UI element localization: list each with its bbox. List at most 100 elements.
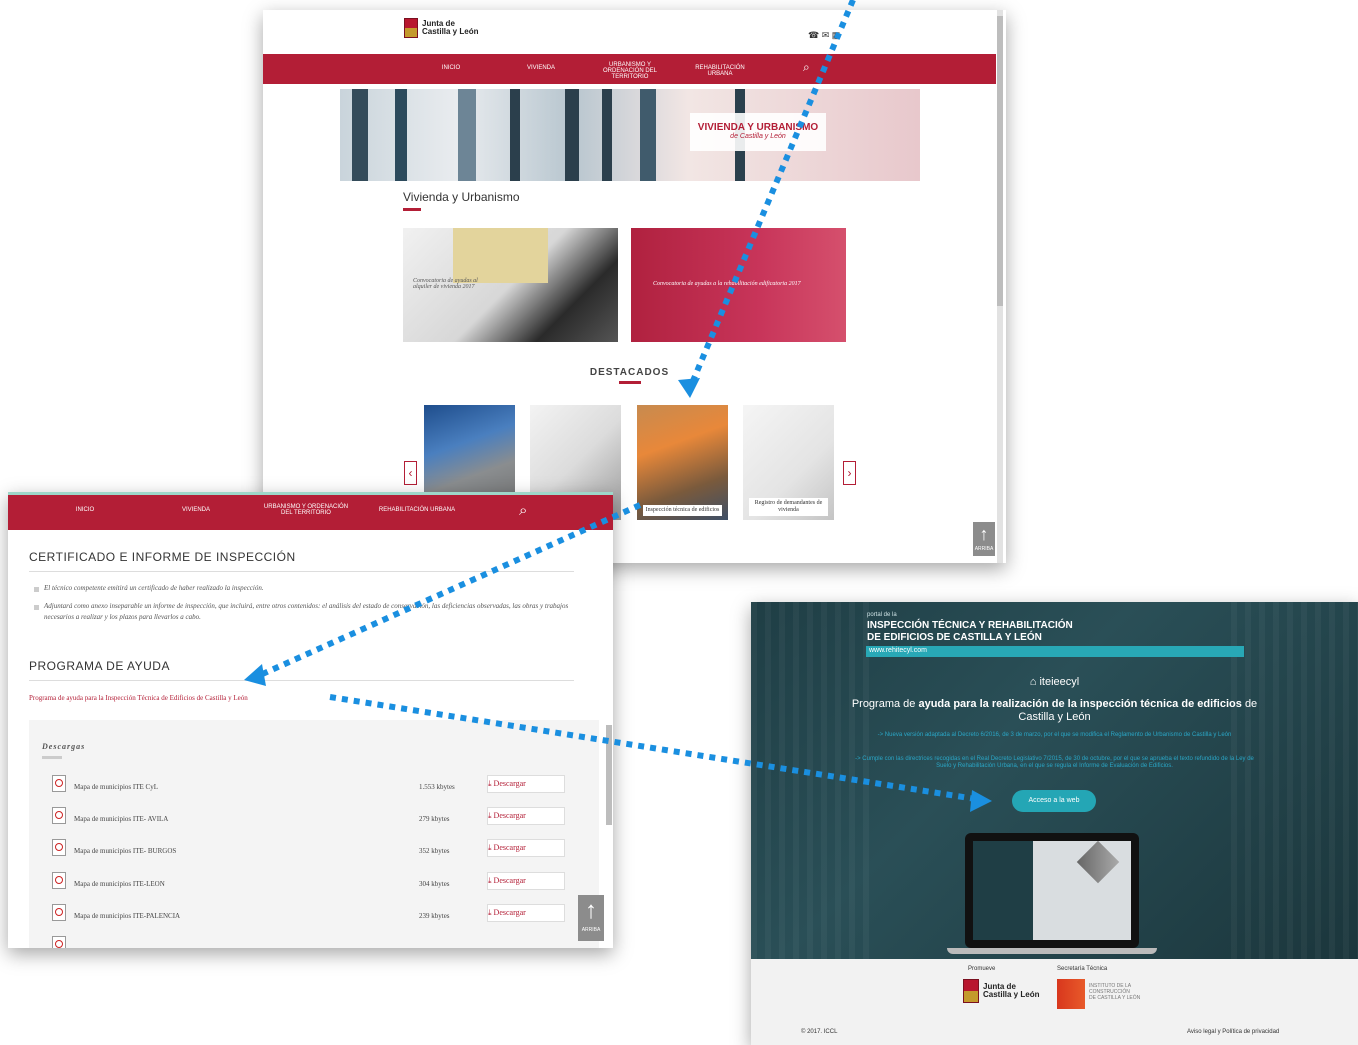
dark-hero: portal de la INSPECCIÓN TÉCNICA Y REHABI… [751,602,1358,959]
nav-rehabilitacion[interactable]: REHABILITACIÓN URBANA [376,507,458,513]
pdf-icon [52,936,66,948]
cert-paragraph-2: Adjuntará como anexo inseparable un info… [44,602,569,621]
download-size: 279 kbytes [419,815,450,823]
download-icon: ⤓ [488,876,492,885]
download-name[interactable]: Mapa de municipios ITE- BURGOS [74,847,176,855]
nav-inicio[interactable]: INICIO [68,507,102,513]
nav-inicio[interactable]: INICIO [436,65,466,71]
card-alquiler[interactable]: Convocatoria de ayudas al alquiler de vi… [403,228,618,342]
pdf-icon [52,839,66,856]
search-icon[interactable]: ⌕ [519,503,527,519]
nav-urbanismo[interactable]: URBANISMO Y ORDENACIÓN DEL TERRITORIO [593,62,667,80]
phone-icon[interactable]: ☎ [808,30,819,40]
secretaria-label: Secretaría Técnica [1057,966,1108,972]
descargas-underline [42,756,62,759]
iccl-text: INSTITUTO DE LA CONSTRUCCIÓN DE CASTILLA Y… [1089,983,1141,1001]
arriba-button[interactable]: ↑ ARRIBA [578,895,604,941]
bullet [34,605,39,610]
download-icon: ⤓ [488,811,492,820]
hero-title-box: VIVIENDA Y URBANISMO de Castilla y León [690,113,826,151]
section-title: Vivienda y Urbanismo [403,190,520,204]
search-icon[interactable]: ⌕ [803,60,810,74]
laptop-base [947,948,1157,954]
download-size: 352 kbytes [419,847,450,855]
pdf-icon [52,872,66,889]
download-icon: ⤓ [488,908,492,917]
ite-nav: INICIO VIVIENDA URBANISMO Y ORDENACIÓN D… [8,495,613,530]
download-button[interactable]: ⤓ Descargar [487,807,565,825]
download-size: 1.553 kbytes [419,783,455,791]
nav-urbanismo[interactable]: URBANISMO Y ORDENACIÓN DEL TERRITORIO [260,504,352,516]
destacados-title: DESTACADOS [589,367,670,378]
hero-banner: VIVIENDA Y URBANISMO de Castilla y León [340,89,920,181]
legal-link[interactable]: Aviso legal y Política de privacidad [1187,1029,1279,1035]
descargas-title: Descargas [42,742,86,751]
download-size: 239 kbytes [419,912,450,920]
pdf-icon [52,904,66,921]
download-icon: ⤓ [488,779,492,788]
copyright: © 2017. ICCL [801,1029,838,1035]
download-row: Mapa de municipios ITE- BURGOS 352 kbyte… [52,839,572,863]
scrollbar[interactable] [997,10,1003,563]
card-rehabilitacion-label: Convocatoria de ayudas a la rehabilitaci… [653,281,801,287]
download-row: Mapa de municipios ITE-LEON 304 kbytes ⤓… [52,872,572,896]
portal-url[interactable]: www.rehitecyl.com [869,647,927,654]
info-bullet-1: -> Nueva versión adaptada al Decreto 6/2… [877,732,1232,738]
screenshot-vivienda-home: Junta de Castilla y León ☎ ✉ ▦ INICIO VIV… [263,10,1006,563]
header-icons: ☎ ✉ ▦ [808,30,840,41]
thumb-registro[interactable]: Registro de demandantes de vivienda [743,405,834,520]
house-image [453,228,548,283]
laptop-preview [965,833,1139,948]
junta-footer-logo[interactable]: Junta de Castilla y León [963,979,1043,1003]
download-name[interactable]: Mapa de municipios ITE CyL [74,783,158,791]
download-button[interactable]: ⤓ Descargar [487,839,565,857]
thumb-ite-caption: Inspección técnica de edificios [643,505,722,516]
screenshot-ite-page: INICIO VIVIENDA URBANISMO Y ORDENACIÓN D… [8,492,613,948]
screenshot-iteieecyl: portal de la INSPECCIÓN TÉCNICA Y REHABI… [751,602,1358,1045]
card-alquiler-label: Convocatoria de ayudas al alquiler de vi… [413,278,478,290]
nav-vivienda[interactable]: VIVIENDA [521,65,561,71]
mail-icon[interactable]: ✉ [822,30,830,40]
carousel-next-button[interactable]: › [843,461,856,485]
download-name[interactable]: Mapa de municipios ITE- AVILA [74,815,168,823]
thumb-registro-caption: Registro de demandantes de vivienda [749,498,828,516]
download-button[interactable]: ⤓ Descargar [487,775,565,793]
download-name[interactable]: Mapa de municipios ITE-PALENCIA [74,912,180,920]
acceso-web-button[interactable]: Acceso a la web [1012,790,1096,812]
brand-name: iteieecyl [1039,676,1080,688]
grid-icon[interactable]: ▦ [832,30,841,40]
programa-link[interactable]: Programa de ayuda para la Inspección Téc… [29,694,248,702]
download-size: 304 kbytes [419,880,450,888]
download-icon: ⤓ [488,843,492,852]
thumb-ite[interactable]: Inspección técnica de edificios [637,405,728,520]
cert-title: CERTIFICADO E INFORME DE INSPECCIÓN [29,550,296,564]
pdf-icon [52,807,66,824]
download-button[interactable]: ⤓ Descargar [487,904,565,922]
nav-vivienda[interactable]: VIVIENDA [178,507,214,513]
junta-logo[interactable]: Junta de Castilla y León [404,18,478,38]
download-name[interactable]: Mapa de municipios ITE-LEON [74,880,165,888]
portal-title-1: INSPECCIÓN TÉCNICA Y REHABILITACIÓN [867,620,1073,631]
bullet [34,587,39,592]
pdf-icon [52,775,66,792]
scrollbar[interactable] [606,725,612,825]
brand: ⌂ iteieecyl [751,676,1358,688]
cert-paragraph-1: El técnico competente emitirá un certifi… [44,584,264,592]
house-logo-icon: ⌂ [1029,676,1037,688]
logo-line2: Castilla y León [422,27,479,36]
carousel-prev-button[interactable]: ‹ [404,461,417,485]
download-row [52,936,572,948]
hero-subtitle: de Castilla y León [730,133,786,140]
junta-shield-icon [963,979,979,1003]
arriba-button[interactable]: ↑ ARRIBA [973,522,995,556]
nav-rehabilitacion[interactable]: REHABILITACIÓN URBANA [683,65,757,77]
footer: Promueve Secretaría Técnica Junta de Cas… [751,959,1358,1045]
iccl-logo-icon [1057,979,1085,1009]
divider [29,680,574,681]
portal-title-2: DE EDIFICIOS DE CASTILLA Y LEÓN [867,632,1042,643]
card-rehabilitacion[interactable]: Convocatoria de ayudas a la rehabilitaci… [631,228,846,342]
download-button[interactable]: ⤓ Descargar [487,872,565,890]
descargas-panel: Descargas Mapa de municipios ITE CyL 1.5… [29,720,599,948]
arrow-up-icon: ↑ [979,524,989,544]
junta-shield-icon [404,18,418,38]
